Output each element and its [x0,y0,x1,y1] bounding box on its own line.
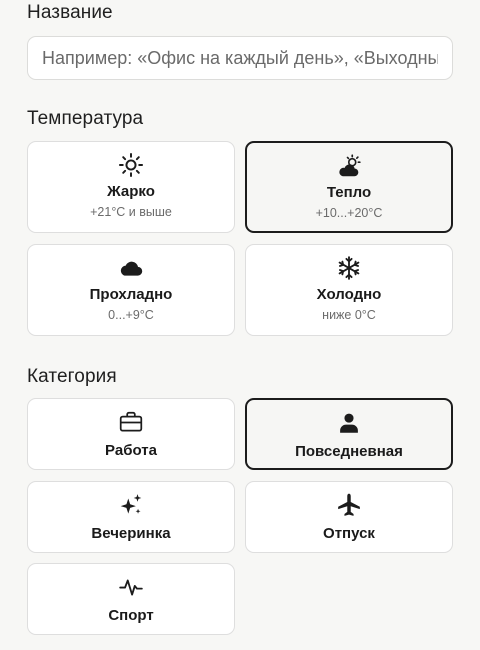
temperature-option-title: Тепло [326,184,372,201]
temperature-section-label: Температура [27,108,144,129]
category-option-work[interactable]: Работа [27,398,235,470]
briefcase-icon [118,409,144,435]
category-option-title: Повседневная [295,443,403,460]
temperature-option-range: 0...+9°C [108,308,154,322]
cloud-icon [118,255,144,281]
category-option-title: Вечеринка [91,525,171,542]
category-option-title: Отпуск [323,525,375,542]
category-option-title: Работа [105,442,157,459]
temperature-option-title: Жарко [107,183,155,200]
temperature-option-warm[interactable]: Тепло +10...+20°C [245,141,453,233]
category-section-label: Категория [27,366,117,387]
temperature-option-hot[interactable]: Жарко +21°C и выше [27,141,235,233]
category-option-sport[interactable]: Спорт [27,563,235,635]
temperature-option-title: Холодно [316,286,382,303]
temperature-option-range: +21°C и выше [90,205,172,219]
category-option-casual[interactable]: Повседневная [245,398,453,470]
temperature-option-cool[interactable]: Прохладно 0...+9°C [27,244,235,336]
category-option-vacation[interactable]: Отпуск [245,481,453,553]
name-section-label: Название [27,2,113,23]
category-option-party[interactable]: Вечеринка [27,481,235,553]
temperature-option-range: +10...+20°C [315,206,383,220]
heartbeat-icon [118,574,144,600]
snowflake-icon [336,255,362,281]
temperature-option-cold[interactable]: Холодно ниже 0°C [245,244,453,336]
temperature-option-range: ниже 0°C [322,308,376,322]
sparkles-icon [118,492,144,518]
name-input[interactable] [27,36,453,80]
person-icon [336,410,362,436]
airplane-icon [336,492,362,518]
temperature-option-title: Прохладно [89,286,173,303]
sun-icon [118,152,144,178]
sun-behind-cloud-icon [336,153,362,179]
category-option-title: Спорт [108,607,154,624]
